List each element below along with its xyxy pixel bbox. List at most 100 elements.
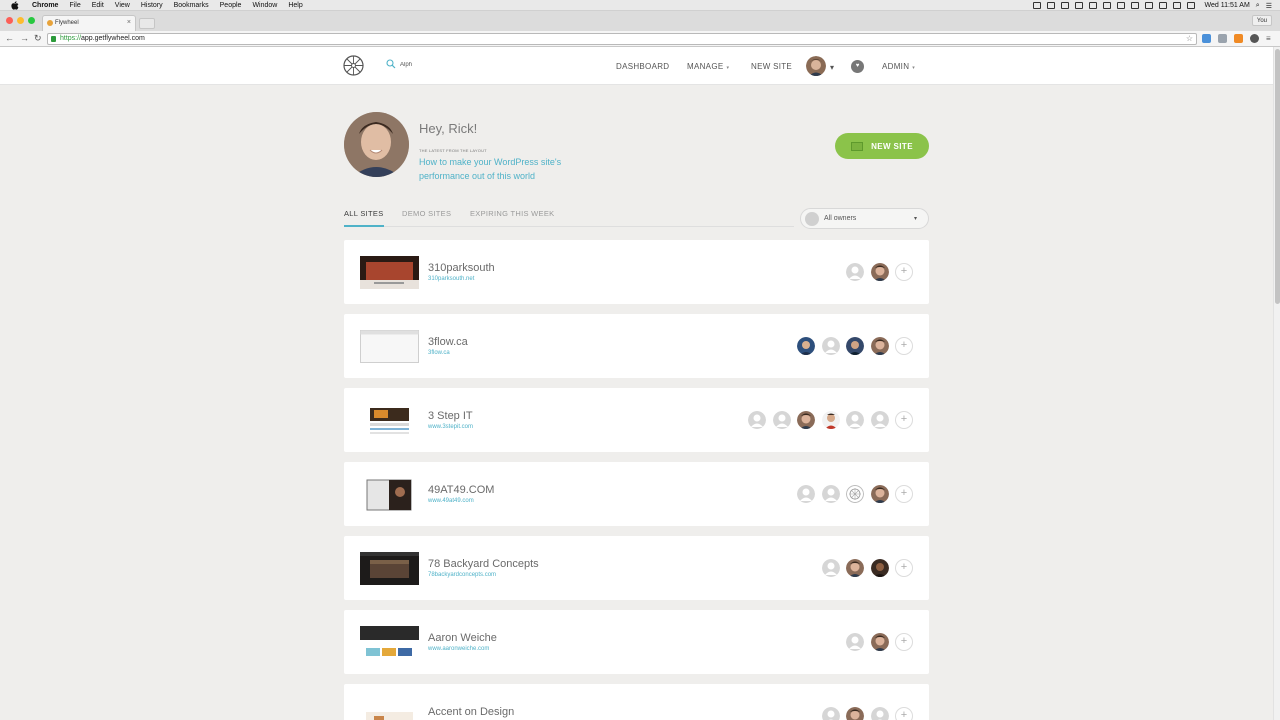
collaborator-avatar[interactable] bbox=[870, 633, 889, 651]
spotlight-icon[interactable]: ⌕ bbox=[1256, 2, 1260, 10]
site-card[interactable]: Accent on Design + bbox=[344, 684, 929, 720]
collaborator-placeholder-avatar[interactable] bbox=[846, 411, 864, 429]
tab-expiring-this-week[interactable]: EXPIRING THIS WEEK bbox=[470, 209, 554, 227]
add-collaborator-button[interactable]: + bbox=[895, 411, 913, 429]
site-name[interactable]: Aaron Weiche bbox=[428, 632, 497, 644]
nav-new-site[interactable]: NEW SITE bbox=[751, 62, 792, 71]
collaborator-placeholder-avatar[interactable] bbox=[821, 485, 840, 503]
tray-icon[interactable] bbox=[1074, 2, 1083, 9]
site-thumbnail[interactable] bbox=[360, 478, 419, 511]
site-name[interactable]: Accent on Design bbox=[428, 706, 514, 718]
menu-app-name[interactable]: Chrome bbox=[32, 2, 58, 9]
user-avatar[interactable] bbox=[806, 56, 826, 76]
collaborator-avatar[interactable] bbox=[846, 707, 864, 720]
new-tab-button[interactable] bbox=[139, 18, 155, 29]
menu-history[interactable]: History bbox=[141, 2, 163, 9]
collaborator-avatar[interactable] bbox=[870, 263, 889, 281]
site-url[interactable]: 78backyardconcepts.com bbox=[428, 572, 496, 578]
add-collaborator-button[interactable]: + bbox=[895, 485, 913, 503]
site-card[interactable]: 310parksouth 310parksouth.net + bbox=[344, 240, 929, 304]
collaborator-placeholder-avatar[interactable] bbox=[846, 633, 864, 651]
site-card[interactable]: 78 Backyard Concepts 78backyardconcepts.c… bbox=[344, 536, 929, 600]
collaborator-avatar[interactable] bbox=[846, 337, 864, 355]
site-url[interactable]: www.49at49.com bbox=[428, 498, 474, 504]
collaborator-placeholder-avatar[interactable] bbox=[870, 707, 889, 720]
collaborator-placeholder-avatar[interactable] bbox=[797, 485, 815, 503]
site-card[interactable]: 3 Step IT www.3stepit.com + bbox=[344, 388, 929, 452]
browser-tab[interactable]: Flywheel × bbox=[42, 15, 136, 31]
site-card[interactable]: Aaron Weiche www.aaronweiche.com + bbox=[344, 610, 929, 674]
collaborator-avatar[interactable] bbox=[846, 559, 864, 577]
collaborator-avatar[interactable] bbox=[797, 411, 815, 429]
wifi-icon[interactable] bbox=[1158, 2, 1167, 9]
collaborator-avatar[interactable] bbox=[870, 485, 889, 503]
collaborator-placeholder-avatar[interactable] bbox=[772, 411, 791, 429]
cast-icon[interactable] bbox=[1218, 34, 1227, 43]
heart-icon[interactable]: ♥ bbox=[851, 60, 864, 73]
collaborator-avatar[interactable] bbox=[870, 337, 889, 355]
scrollbar-thumb[interactable] bbox=[1275, 49, 1280, 304]
site-name[interactable]: 310parksouth bbox=[428, 262, 495, 274]
chevron-down-icon[interactable]: ▾ bbox=[830, 63, 834, 72]
site-card[interactable]: 49AT49.COM www.49at49.com + bbox=[344, 462, 929, 526]
site-name[interactable]: 3 Step IT bbox=[428, 410, 473, 422]
tray-icon[interactable] bbox=[1032, 2, 1041, 9]
bluetooth-icon[interactable] bbox=[1144, 2, 1153, 9]
minimize-window-button[interactable] bbox=[17, 17, 24, 24]
tab-all-sites[interactable]: ALL SITES bbox=[344, 209, 384, 227]
battery-icon[interactable] bbox=[1186, 2, 1195, 9]
tray-icon[interactable] bbox=[1102, 2, 1111, 9]
site-thumbnail[interactable] bbox=[360, 700, 419, 720]
reload-icon[interactable]: ↻ bbox=[34, 33, 42, 44]
site-url[interactable]: 3flow.ca bbox=[428, 350, 450, 356]
volume-icon[interactable] bbox=[1172, 2, 1181, 9]
zoom-window-button[interactable] bbox=[28, 17, 35, 24]
collaborator-placeholder-avatar[interactable] bbox=[821, 559, 840, 577]
site-thumbnail[interactable] bbox=[360, 256, 419, 289]
menu-bookmarks[interactable]: Bookmarks bbox=[174, 2, 209, 9]
collaborator-avatar[interactable] bbox=[870, 559, 889, 577]
add-collaborator-button[interactable]: + bbox=[895, 633, 913, 651]
collaborator-placeholder-avatar[interactable] bbox=[846, 263, 864, 281]
menu-people[interactable]: People bbox=[220, 2, 242, 9]
collaborator-placeholder-avatar[interactable] bbox=[870, 411, 889, 429]
extension-icon[interactable] bbox=[1234, 34, 1243, 43]
site-name[interactable]: 3flow.ca bbox=[428, 336, 468, 348]
flywheel-logo-icon[interactable] bbox=[343, 55, 364, 76]
site-name[interactable]: 78 Backyard Concepts bbox=[428, 558, 539, 570]
tray-icon[interactable] bbox=[1060, 2, 1069, 9]
collaborator-placeholder-avatar[interactable] bbox=[821, 707, 840, 720]
menubar-clock[interactable]: Wed 11:51 AM bbox=[1205, 2, 1250, 9]
dropbox-icon[interactable] bbox=[1046, 2, 1055, 9]
tray-icon[interactable] bbox=[1130, 2, 1139, 9]
extension-icon[interactable] bbox=[1202, 34, 1211, 43]
back-arrow-icon[interactable]: ← bbox=[5, 33, 14, 44]
new-site-button[interactable]: NEW SITE bbox=[835, 133, 929, 159]
search-input[interactable] bbox=[400, 59, 550, 71]
site-thumbnail[interactable] bbox=[360, 330, 419, 363]
collaborator-avatar[interactable] bbox=[821, 411, 840, 429]
site-card[interactable]: 3flow.ca 3flow.ca + bbox=[344, 314, 929, 378]
add-collaborator-button[interactable]: + bbox=[895, 337, 913, 355]
site-url[interactable]: www.3stepit.com bbox=[428, 424, 473, 430]
tab-demo-sites[interactable]: DEMO SITES bbox=[402, 209, 451, 227]
collaborator-placeholder-avatar[interactable] bbox=[748, 411, 766, 429]
opera-icon[interactable] bbox=[1250, 34, 1259, 43]
close-tab-icon[interactable]: × bbox=[127, 19, 131, 26]
site-thumbnail[interactable] bbox=[360, 626, 419, 659]
site-thumbnail[interactable] bbox=[360, 552, 419, 585]
forward-arrow-icon[interactable]: → bbox=[20, 33, 29, 44]
close-window-button[interactable] bbox=[6, 17, 13, 24]
menu-window[interactable]: Window bbox=[252, 2, 277, 9]
add-collaborator-button[interactable]: + bbox=[895, 263, 913, 281]
profile-button[interactable]: You bbox=[1251, 15, 1272, 26]
add-collaborator-button[interactable]: + bbox=[895, 559, 913, 577]
menu-help[interactable]: Help bbox=[288, 2, 302, 9]
collaborator-avatar[interactable] bbox=[846, 485, 864, 503]
nav-admin[interactable]: ADMIN ▾ bbox=[882, 62, 915, 71]
bookmark-star-icon[interactable]: ☆ bbox=[1186, 34, 1193, 44]
site-thumbnail[interactable] bbox=[360, 404, 419, 437]
apple-icon[interactable] bbox=[10, 0, 20, 10]
site-name[interactable]: 49AT49.COM bbox=[428, 484, 494, 496]
add-collaborator-button[interactable]: + bbox=[895, 707, 913, 720]
